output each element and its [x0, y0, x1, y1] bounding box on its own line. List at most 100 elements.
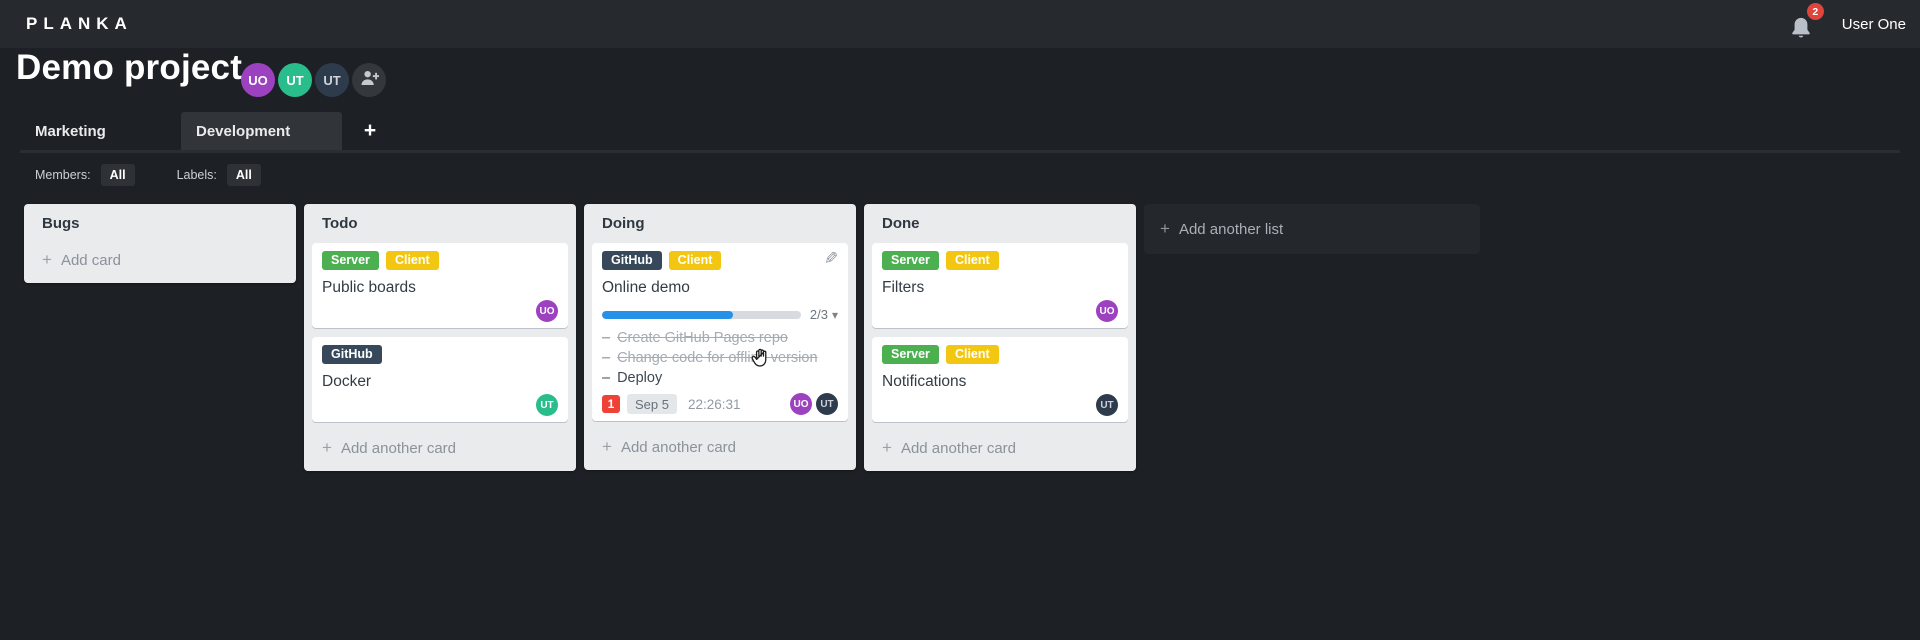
plus-icon: + — [602, 437, 612, 456]
timer-badge: 22:26:31 — [687, 396, 741, 412]
task-text: Deploy — [617, 370, 663, 386]
card-title: Notifications — [882, 373, 967, 390]
card-labels: GitHub — [322, 345, 558, 364]
plus-icon: + — [42, 250, 52, 269]
project-members: UO UT UT — [241, 63, 386, 97]
task-text: Change code for offline version — [617, 350, 818, 366]
list-name[interactable]: Done — [872, 212, 1128, 243]
card-labels: Server Client — [882, 251, 1118, 270]
notifications-button[interactable]: 2 — [1790, 3, 1824, 38]
add-list-button[interactable]: + Add another list — [1144, 204, 1480, 254]
top-bar: PLANKA 2 User One — [0, 0, 1920, 48]
card-title: Docker — [322, 373, 372, 390]
card-title: Public boards — [322, 279, 416, 296]
label-chip: Client — [385, 251, 439, 270]
add-member-button[interactable] — [352, 63, 386, 97]
list-done: Done Server Client Filters UO Server Cli… — [864, 204, 1136, 471]
tabs-divider — [20, 150, 1900, 153]
edit-card-icon[interactable]: ✎ — [824, 249, 838, 269]
avatar: UT — [816, 393, 838, 415]
user-menu[interactable]: User One — [1842, 16, 1906, 33]
page-title: Demo project — [16, 48, 243, 87]
add-card-button[interactable]: + Add another card — [312, 431, 568, 463]
plus-icon: + — [363, 119, 377, 142]
add-card-button[interactable]: + Add card — [32, 243, 288, 275]
card-notification-badge: 1 — [602, 395, 620, 413]
add-card-button[interactable]: + Add another card — [872, 431, 1128, 463]
task-item: – Change code for offline version — [602, 348, 838, 368]
list-name[interactable]: Todo — [312, 212, 568, 243]
add-card-label: Add card — [60, 251, 121, 269]
progress-fill — [602, 310, 734, 319]
avatar: UO — [536, 300, 558, 322]
tasks-progress: 2/3 ▾ — [602, 307, 838, 322]
card-public-boards[interactable]: Server Client Public boards UO — [312, 243, 568, 328]
progress-label: 2/3 — [809, 307, 828, 322]
add-card-button[interactable]: + Add another card — [592, 430, 848, 462]
avatar: UT — [1096, 394, 1118, 416]
dash-icon: – — [602, 370, 611, 386]
avatar[interactable]: UT — [315, 63, 349, 97]
list-doing: Doing ✎ GitHub Client Online demo 2/3 ▾ … — [584, 204, 856, 470]
person-add-icon — [360, 70, 379, 91]
avatar[interactable]: UT — [278, 63, 312, 97]
card-title: Filters — [882, 279, 925, 296]
task-text: Create GitHub Pages repo — [617, 330, 788, 346]
list-bugs: Bugs + Add card — [24, 204, 296, 283]
card-members: UT — [882, 394, 1118, 416]
label-chip: Client — [945, 345, 999, 364]
board-tabs: Marketing Development + — [20, 112, 390, 150]
card-filters[interactable]: Server Client Filters UO — [872, 243, 1128, 328]
add-list-label: Add another list — [1178, 220, 1284, 238]
label-chip: Server — [322, 251, 379, 270]
card-online-demo[interactable]: ✎ GitHub Client Online demo 2/3 ▾ – Creat… — [592, 243, 848, 421]
plus-icon: + — [322, 438, 332, 457]
task-list: – Create GitHub Pages repo – Change code f… — [602, 328, 838, 388]
avatar: UT — [536, 394, 558, 416]
list-name[interactable]: Doing — [592, 212, 848, 243]
task-item: – Create GitHub Pages repo — [602, 328, 838, 348]
app-screen: PLANKA 2 User One Demo project UO UT UT — [0, 0, 1920, 640]
notification-count-badge: 2 — [1806, 3, 1824, 20]
add-card-label: Add another card — [340, 439, 457, 457]
card-members: UO — [882, 300, 1118, 322]
due-date-badge: Sep 5 — [627, 394, 677, 414]
add-board-button[interactable]: + — [350, 112, 390, 150]
card-members: UT — [322, 394, 558, 416]
planka-logo[interactable]: PLANKA — [26, 14, 133, 34]
card-labels: GitHub Client — [602, 251, 838, 270]
card-labels: Server Client — [882, 345, 1118, 364]
label-chip: Server — [882, 345, 939, 364]
members-filter-value[interactable]: All — [100, 164, 135, 186]
task-item: – Deploy — [602, 368, 838, 388]
label-chip: GitHub — [322, 345, 382, 364]
add-card-label: Add another card — [900, 439, 1017, 457]
topbar-right: 2 User One — [1790, 0, 1906, 48]
card-notifications[interactable]: Server Client Notifications UT — [872, 337, 1128, 422]
add-card-label: Add another card — [620, 438, 737, 456]
tab-marketing[interactable]: Marketing — [20, 112, 181, 150]
card-title: Online demo — [602, 279, 690, 296]
list-todo: Todo Server Client Public boards UO GitH… — [304, 204, 576, 471]
list-name[interactable]: Bugs — [32, 212, 288, 243]
label-chip: GitHub — [602, 251, 662, 270]
chevron-down-icon[interactable]: ▾ — [832, 308, 838, 322]
card-docker[interactable]: GitHub Docker UT — [312, 337, 568, 422]
labels-filter-label: Labels: — [176, 168, 217, 182]
tab-development[interactable]: Development — [181, 112, 342, 150]
label-chip: Client — [945, 251, 999, 270]
filter-bar: Members: All Labels: All — [35, 163, 261, 187]
dash-icon: – — [602, 330, 611, 346]
dash-icon: – — [602, 350, 611, 366]
avatar: UO — [790, 393, 812, 415]
avatar[interactable]: UO — [241, 63, 275, 97]
card-labels: Server Client — [322, 251, 558, 270]
plus-icon: + — [1160, 219, 1170, 238]
card-footer: 1 Sep 5 22:26:31 UO UT — [602, 393, 838, 415]
avatar: UO — [1096, 300, 1118, 322]
progress-bar — [602, 310, 801, 319]
members-filter-label: Members: — [35, 168, 91, 182]
card-members: UO UT — [790, 393, 838, 415]
labels-filter-value[interactable]: All — [226, 164, 261, 186]
label-chip: Client — [668, 251, 722, 270]
